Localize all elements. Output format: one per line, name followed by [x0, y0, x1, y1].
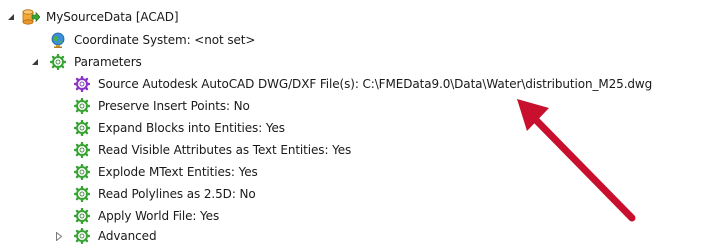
tree-node-label: Coordinate System: <not set>: [74, 33, 256, 47]
gear-icon: [73, 75, 91, 93]
parameter-label: Read Visible Attributes as Text Entities…: [98, 143, 352, 157]
gear-icon: [49, 53, 67, 71]
gear-icon: [73, 97, 91, 115]
parameter-label: Source Autodesk AutoCAD DWG/DXF File(s):…: [98, 77, 653, 91]
gear-icon: [73, 163, 91, 181]
parameter-label: Preserve Insert Points: No: [98, 99, 250, 113]
parameter-label: Expand Blocks into Entities: Yes: [98, 121, 285, 135]
database-reader-icon: [22, 9, 41, 25]
gear-icon: [73, 185, 91, 203]
collapse-triangle-icon[interactable]: [6, 12, 16, 22]
gear-icon: [73, 141, 91, 159]
tree-node-label: MySourceData [ACAD]: [46, 10, 179, 24]
expand-triangle-icon[interactable]: [54, 231, 64, 241]
gear-icon: [73, 119, 91, 137]
tree-node-label: Advanced: [98, 229, 157, 243]
gear-icon: [73, 227, 91, 245]
collapse-triangle-icon[interactable]: [30, 57, 40, 67]
parameter-label: Read Polylines as 2.5D: No: [98, 187, 256, 201]
globe-icon: [50, 32, 66, 48]
parameter-label: Apply World File: Yes: [98, 209, 220, 223]
gear-icon: [73, 207, 91, 225]
tree-node-label: Parameters: [74, 55, 142, 69]
parameter-label: Explode MText Entities: Yes: [98, 165, 258, 179]
